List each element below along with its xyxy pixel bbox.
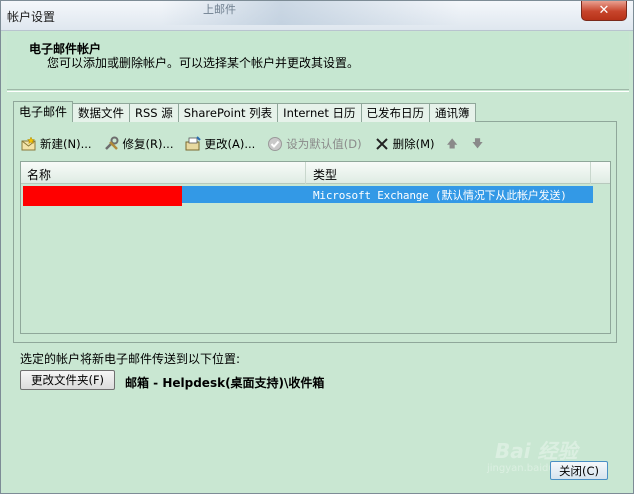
set-default-button-label: 设为默认值(D) (286, 137, 362, 151)
tools-icon (104, 136, 120, 152)
close-icon: ✕ (598, 3, 610, 18)
title-bar: 帐户设置 上邮件 ✕ (1, 1, 633, 31)
tab-sharepoint-lists[interactable]: SharePoint 列表 (178, 103, 279, 122)
set-default-button[interactable]: 设为默认值(D) (267, 136, 362, 152)
check-circle-icon (267, 136, 283, 152)
delete-button-label: 删除(M) (392, 137, 435, 151)
account-toolbar: 新建(N)... 修复(R)... 更改(A)... 设为默认值(D) 删除(M… (21, 134, 497, 154)
redacted-account-name (23, 186, 182, 206)
column-divider[interactable] (305, 162, 306, 184)
list-header: 名称 类型 (21, 162, 610, 184)
table-row[interactable]: Microsoft Exchange (默认情况下从此帐户发送) (23, 186, 593, 206)
move-down-icon[interactable]: 🡇 (472, 135, 483, 154)
repair-button-label: 修复(R)... (122, 137, 174, 151)
window-close-button[interactable]: ✕ (581, 1, 627, 21)
change-account-icon (185, 136, 202, 152)
header-description: 您可以添加或删除帐户。可以选择某个帐户并更改其设置。 (47, 56, 360, 70)
header-panel: 电子邮件帐户 您可以添加或删除帐户。可以选择某个帐户并更改其设置。 (7, 32, 629, 90)
column-header-type[interactable]: 类型 (313, 166, 337, 183)
account-settings-window: 帐户设置 上邮件 ✕ 电子邮件帐户 您可以添加或删除帐户。可以选择某个帐户并更改… (0, 0, 634, 494)
repair-button[interactable]: 修复(R)... (104, 136, 174, 152)
delivery-location-label: 选定的帐户将新电子邮件传送到以下位置: (20, 352, 241, 366)
new-account-icon (21, 136, 37, 152)
tab-rss-feeds[interactable]: RSS 源 (130, 103, 179, 122)
window-title: 帐户设置 (7, 10, 56, 24)
move-up-icon[interactable]: 🡅 (447, 135, 458, 154)
header-divider (7, 91, 629, 92)
change-button-label: 更改(A)... (204, 137, 256, 151)
watermark-text: Bai 经验 (495, 439, 578, 463)
account-type-cell: Microsoft Exchange (默认情况下从此帐户发送) (313, 189, 567, 202)
close-button[interactable]: 关闭(C) (550, 461, 608, 480)
delete-button[interactable]: 删除(M) (374, 136, 435, 152)
tab-data-files[interactable]: 数据文件 (73, 103, 131, 122)
tab-strip: 电子邮件 数据文件 RSS 源 SharePoint 列表 Internet 日… (13, 101, 476, 122)
column-divider-end[interactable] (590, 162, 591, 184)
new-button[interactable]: 新建(N)... (21, 136, 92, 152)
background-window-title: 上邮件 (161, 1, 461, 25)
background-title-text: 上邮件 (203, 3, 236, 16)
tab-email[interactable]: 电子邮件 (13, 101, 74, 122)
tab-address-books[interactable]: 通讯簿 (430, 103, 476, 122)
delivery-mailbox-path: 邮箱 - Helpdesk(桌面支持)\收件箱 (125, 376, 325, 390)
change-button[interactable]: 更改(A)... (185, 136, 255, 152)
tab-internet-calendars[interactable]: Internet 日历 (278, 103, 362, 122)
change-folder-button[interactable]: 更改文件夹(F) (20, 370, 115, 390)
tab-published-calendars[interactable]: 已发布日历 (361, 103, 430, 122)
account-list: 名称 类型 Microsoft Exchange (默认情况下从此帐户发送) (20, 161, 611, 334)
delete-x-icon (374, 136, 390, 152)
column-header-name[interactable]: 名称 (27, 166, 51, 183)
new-button-label: 新建(N)... (40, 137, 92, 151)
